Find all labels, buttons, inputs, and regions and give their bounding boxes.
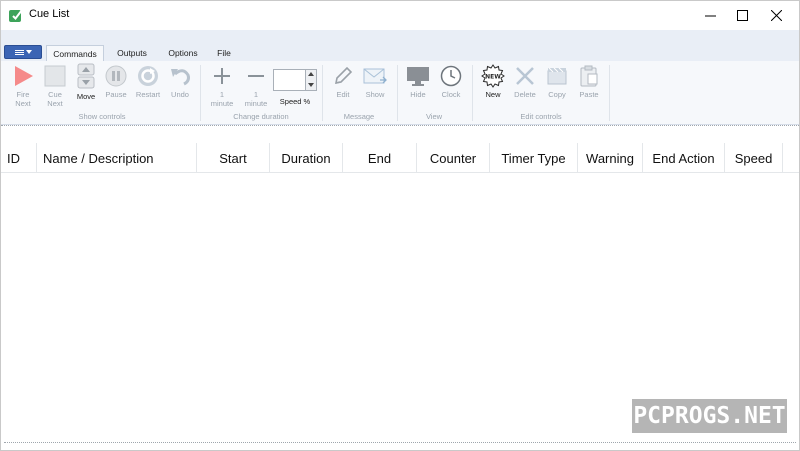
group-label-message: Message bbox=[343, 112, 375, 121]
delete-x-icon bbox=[516, 67, 534, 85]
title-bar: Cue List bbox=[1, 1, 799, 30]
column-header-id[interactable]: ID bbox=[1, 143, 37, 173]
undo-button[interactable]: Undo bbox=[167, 64, 193, 99]
column-header-timer-type[interactable]: Timer Type bbox=[490, 143, 578, 173]
maximize-button[interactable] bbox=[725, 1, 759, 30]
new-cue-label: New bbox=[485, 90, 501, 99]
menu-icon bbox=[14, 49, 24, 55]
grid-header-row: ID Name / Description Start Duration End… bbox=[1, 143, 799, 173]
cue-next-button[interactable]: Cue Next bbox=[42, 64, 68, 108]
group-label-change-duration: Change duration bbox=[233, 112, 289, 121]
group-label-show-controls: Show controls bbox=[78, 112, 126, 121]
delete-cue-button[interactable]: Delete bbox=[511, 64, 539, 99]
subtract-minute-button[interactable]: 1 minute bbox=[241, 64, 271, 108]
show-message-button[interactable]: Show bbox=[361, 64, 389, 99]
speed-spinner[interactable] bbox=[305, 70, 316, 90]
window-title: Cue List bbox=[29, 8, 70, 20]
fire-next-label-2: Next bbox=[15, 99, 31, 108]
new-badge-text: NEW bbox=[485, 74, 501, 81]
copy-cue-button[interactable]: Copy bbox=[543, 64, 571, 99]
move-button[interactable]: Move bbox=[73, 63, 99, 101]
tab-file[interactable]: File bbox=[209, 45, 239, 61]
speed-percent-input[interactable] bbox=[273, 69, 317, 91]
add-minute-button[interactable]: 1 minute bbox=[207, 64, 237, 108]
column-header-duration[interactable]: Duration bbox=[270, 143, 343, 173]
minimize-icon bbox=[704, 15, 716, 17]
fire-next-button[interactable]: Fire Next bbox=[10, 64, 36, 108]
clock-view-label: Clock bbox=[441, 90, 461, 99]
copy-cue-label: Copy bbox=[548, 90, 566, 99]
maximize-icon bbox=[736, 10, 748, 21]
cue-next-label-2: Next bbox=[47, 99, 63, 108]
hide-view-button[interactable]: Hide bbox=[404, 64, 432, 99]
restart-icon bbox=[138, 66, 158, 86]
minus-icon bbox=[248, 75, 264, 77]
column-header-end-action[interactable]: End Action bbox=[643, 143, 725, 173]
plus-icon bbox=[214, 68, 230, 84]
clock-view-button[interactable]: Clock bbox=[437, 64, 465, 99]
watermark: PCPROGS.NET bbox=[632, 399, 787, 433]
fire-next-label-1: Fire bbox=[16, 90, 30, 99]
tab-commands[interactable]: Commands bbox=[46, 45, 104, 62]
group-label-view: View bbox=[425, 112, 443, 121]
move-label: Move bbox=[76, 92, 96, 101]
spin-down-icon[interactable] bbox=[308, 83, 314, 87]
paste-icon bbox=[580, 65, 598, 87]
new-cue-button[interactable]: NEW New bbox=[479, 64, 507, 99]
paste-cue-button[interactable]: Paste bbox=[575, 64, 603, 99]
restart-button[interactable]: Restart bbox=[134, 64, 162, 99]
edit-message-label: Edit bbox=[336, 90, 350, 99]
edit-message-button[interactable]: Edit bbox=[330, 64, 356, 99]
speed-percent-label: Speed % bbox=[279, 97, 311, 106]
column-header-name[interactable]: Name / Description bbox=[37, 143, 197, 173]
undo-label: Undo bbox=[171, 90, 189, 99]
pause-button[interactable]: Pause bbox=[103, 64, 129, 99]
add-minute-label-1: 1 bbox=[219, 90, 225, 99]
ribbon-commands-panel: Fire Next Cue Next Move Pause Restart Un… bbox=[1, 61, 799, 125]
minimize-button[interactable] bbox=[693, 1, 727, 30]
ribbon-separator bbox=[322, 65, 323, 121]
chevron-down-icon bbox=[25, 50, 32, 54]
cue-square-icon bbox=[44, 65, 66, 87]
new-badge-icon: NEW bbox=[481, 64, 505, 88]
subtract-minute-label-2: minute bbox=[244, 99, 268, 108]
clock-icon bbox=[440, 65, 462, 87]
ribbon-separator bbox=[397, 65, 398, 121]
column-header-warning[interactable]: Warning bbox=[578, 143, 643, 173]
play-icon bbox=[15, 66, 33, 86]
undo-icon bbox=[171, 69, 190, 86]
cue-list-window: Cue List Commands Outputs Options File F… bbox=[0, 0, 800, 451]
column-header-end[interactable]: End bbox=[343, 143, 417, 173]
restart-label: Restart bbox=[135, 90, 161, 99]
show-message-label: Show bbox=[365, 90, 385, 99]
add-minute-label-2: minute bbox=[210, 99, 234, 108]
subtract-minute-label-1: 1 bbox=[253, 90, 259, 99]
application-menu-button[interactable] bbox=[4, 45, 42, 59]
grid-bottom-border bbox=[4, 442, 796, 443]
monitor-icon bbox=[407, 67, 429, 86]
column-header-start[interactable]: Start bbox=[197, 143, 270, 173]
tab-options[interactable]: Options bbox=[161, 45, 205, 61]
delete-cue-label: Delete bbox=[514, 90, 536, 99]
cue-next-label-1: Cue bbox=[48, 90, 62, 99]
pencil-icon bbox=[334, 66, 353, 85]
column-header-speed[interactable]: Speed bbox=[725, 143, 783, 173]
spin-up-icon[interactable] bbox=[308, 72, 314, 76]
group-label-edit-controls: Edit controls bbox=[520, 112, 562, 121]
hide-view-label: Hide bbox=[410, 90, 426, 99]
ribbon-separator bbox=[200, 65, 201, 121]
pause-label: Pause bbox=[105, 90, 127, 99]
close-icon bbox=[770, 10, 782, 21]
envelope-icon bbox=[363, 68, 387, 84]
app-logo-icon bbox=[9, 9, 23, 22]
close-button[interactable] bbox=[759, 1, 793, 30]
move-updown-icon bbox=[77, 63, 95, 89]
ribbon-separator bbox=[609, 65, 610, 121]
paste-cue-label: Paste bbox=[579, 90, 599, 99]
tab-outputs[interactable]: Outputs bbox=[109, 45, 155, 61]
pause-icon bbox=[105, 65, 127, 87]
copy-icon bbox=[547, 67, 567, 85]
ribbon-separator bbox=[472, 65, 473, 121]
column-header-counter[interactable]: Counter bbox=[417, 143, 490, 173]
